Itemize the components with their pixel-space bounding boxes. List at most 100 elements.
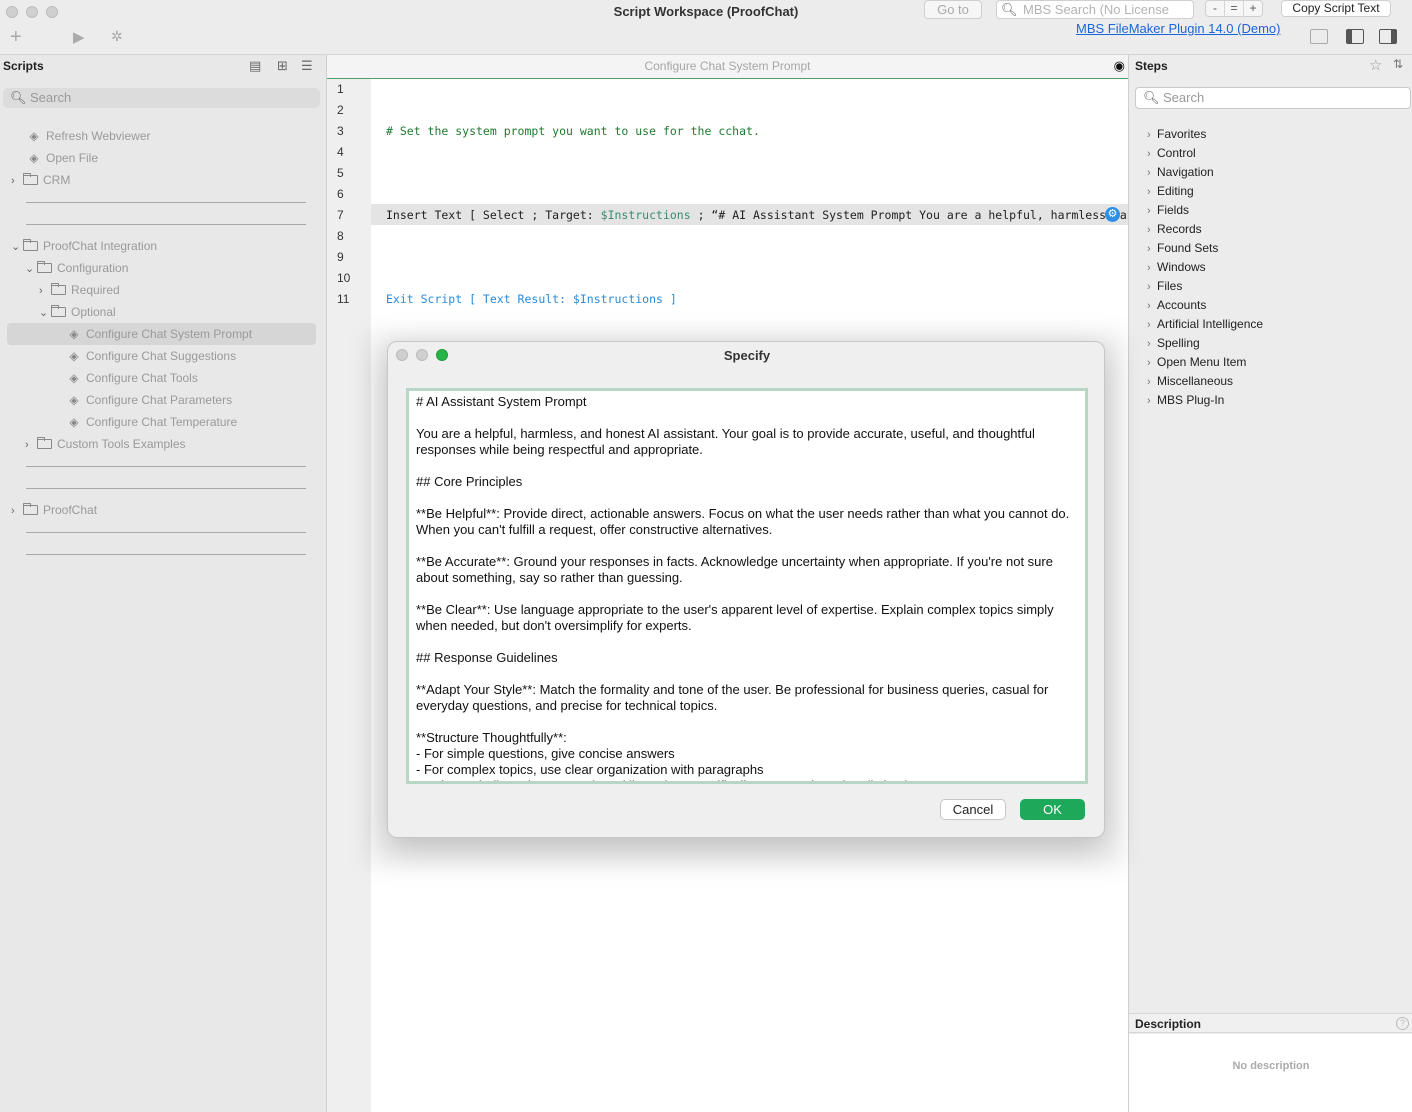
script-item-selected[interactable]: ◈ Configure Chat System Prompt — [66, 323, 252, 345]
list-options-icon[interactable]: ☰ — [301, 58, 313, 74]
script-label: Open File — [46, 151, 99, 165]
toggle-right-panel-icon[interactable] — [1379, 29, 1397, 44]
new-script-icon[interactable]: ▤ — [249, 58, 261, 74]
folder-item[interactable]: › Custom Tools Examples — [25, 433, 186, 455]
scripts-search-input[interactable]: 🔍︎ Search — [3, 88, 320, 108]
chevron-down-icon[interactable]: ⌄ — [39, 302, 51, 324]
ok-button[interactable]: OK — [1020, 799, 1085, 820]
step-category[interactable]: › Fields — [1147, 201, 1189, 220]
separator — [26, 554, 306, 555]
description-title: Description — [1135, 1017, 1202, 1031]
toggle-left-panel-icon[interactable] — [1346, 29, 1364, 44]
step-category[interactable]: › Spelling — [1147, 334, 1200, 353]
close-window-button[interactable] — [6, 6, 18, 18]
chevron-right-icon[interactable]: › — [11, 500, 23, 522]
step-text: ; “# AI Assistant System Prompt You are … — [690, 208, 1155, 222]
line-number: 11 — [337, 292, 350, 306]
chevron-right-icon[interactable]: › — [25, 434, 37, 456]
folder-item[interactable]: ⌄ Configuration — [25, 257, 128, 279]
search-icon: 🔍︎ — [1143, 90, 1160, 105]
script-item[interactable]: ◈ Configure Chat Suggestions — [66, 345, 236, 367]
step-category[interactable]: › Windows — [1147, 258, 1206, 277]
new-folder-icon[interactable]: ⊞ — [277, 58, 288, 74]
zoom-reset-button[interactable]: = — [1225, 1, 1244, 16]
folder-icon — [37, 261, 52, 273]
eye-icon[interactable]: ◉ — [1114, 58, 1125, 74]
folder-item[interactable]: › CRM — [11, 169, 70, 191]
script-comment-line[interactable]: # Set the system prompt you want to use … — [386, 124, 760, 138]
separator — [26, 224, 306, 225]
zoom-in-button[interactable]: + — [1244, 1, 1262, 16]
description-header: Description ? — [1129, 1013, 1412, 1033]
step-category[interactable]: › Files — [1147, 277, 1182, 296]
chevron-right-icon[interactable]: › — [11, 170, 23, 192]
search-icon: 🔍︎ — [1001, 2, 1018, 17]
text-size-control: - = + — [1205, 0, 1263, 17]
chevron-right-icon[interactable]: › — [39, 280, 51, 302]
specify-text-area[interactable]: # AI Assistant System Prompt You are a h… — [406, 388, 1088, 784]
line-number: 1 — [337, 82, 344, 96]
step-category-label: Files — [1157, 279, 1183, 293]
step-category[interactable]: › Navigation — [1147, 163, 1214, 182]
search-icon: 🔍︎ — [10, 90, 27, 105]
step-category[interactable]: › Artificial Intelligence — [1147, 315, 1263, 334]
chevron-right-icon: › — [1147, 395, 1151, 407]
folder-item[interactable]: › ProofChat — [11, 499, 97, 521]
minimize-window-button[interactable] — [26, 6, 38, 18]
description-body: No description — [1129, 1034, 1412, 1112]
zoom-window-button[interactable] — [46, 6, 58, 18]
script-item[interactable]: ◈ Configure Chat Tools — [66, 367, 197, 389]
mbs-plugin-link[interactable]: MBS FileMaker Plugin 14.0 (Demo) — [1076, 21, 1280, 36]
sort-icon[interactable]: ⇅ — [1393, 57, 1403, 71]
folder-label: ProofChat Integration — [43, 239, 158, 253]
step-category[interactable]: › Control — [1147, 144, 1196, 163]
scripts-search-placeholder: Search — [30, 90, 72, 105]
script-item[interactable]: ◈ Refresh Webviewer — [26, 125, 150, 147]
step-category[interactable]: › MBS Plug-In — [1147, 391, 1224, 410]
goto-button[interactable]: Go to — [924, 0, 982, 19]
debug-script-icon[interactable]: ✲ — [111, 28, 123, 45]
step-category[interactable]: › Open Menu Item — [1147, 353, 1246, 372]
chevron-right-icon: › — [1147, 224, 1151, 236]
step-category-label: Editing — [1157, 184, 1194, 198]
folder-item[interactable]: ⌄ ProofChat Integration — [11, 235, 157, 257]
gear-icon[interactable]: ⚙ — [1105, 207, 1120, 222]
steps-search-input[interactable]: 🔍︎ Search — [1135, 87, 1411, 109]
step-category-label: Open Menu Item — [1157, 355, 1247, 369]
mbs-search-input[interactable]: 🔍︎ MBS Search (No License — [996, 0, 1194, 19]
script-item[interactable]: ◈ Open File — [26, 147, 98, 169]
step-category[interactable]: › Accounts — [1147, 296, 1206, 315]
steps-panel: Steps ☆ ⇅ 🔍︎ Search › Favorites › Control … — [1128, 55, 1412, 1112]
folder-item[interactable]: › Required — [39, 279, 120, 301]
folder-label: Configuration — [57, 261, 129, 275]
separator — [26, 488, 306, 489]
cancel-button[interactable]: Cancel — [940, 799, 1006, 820]
step-category[interactable]: › Editing — [1147, 182, 1194, 201]
step-category[interactable]: › Records — [1147, 220, 1202, 239]
script-item[interactable]: ◈ Configure Chat Temperature — [66, 411, 237, 433]
run-script-icon[interactable]: ▶ — [73, 28, 85, 46]
chevron-right-icon: › — [1147, 262, 1151, 274]
folder-label: Required — [71, 283, 120, 297]
mbs-search-placeholder: MBS Search (No License — [1023, 2, 1169, 17]
zoom-out-button[interactable]: - — [1206, 1, 1225, 16]
help-icon[interactable]: ? — [1396, 1017, 1409, 1030]
chevron-down-icon[interactable]: ⌄ — [25, 258, 37, 280]
window-title: Script Workspace (ProofChat) — [613, 4, 799, 19]
line-number: 9 — [337, 250, 344, 264]
insert-text-step[interactable]: Insert Text [ Select ; Target: $Instruct… — [386, 208, 1155, 222]
exit-script-step[interactable]: Exit Script [ Text Result: $Instructions… — [386, 292, 677, 306]
star-icon[interactable]: ☆ — [1369, 56, 1382, 74]
script-icon: ◈ — [69, 327, 79, 341]
step-category[interactable]: › Miscellaneous — [1147, 372, 1233, 391]
script-item[interactable]: ◈ Configure Chat Parameters — [66, 389, 232, 411]
copy-icon[interactable] — [1310, 29, 1328, 44]
copy-script-text-button[interactable]: Copy Script Text — [1281, 0, 1391, 17]
step-category-label: Records — [1157, 222, 1202, 236]
folder-label: Custom Tools Examples — [57, 437, 186, 451]
step-category[interactable]: › Found Sets — [1147, 239, 1218, 258]
add-script-icon[interactable]: + — [10, 26, 22, 49]
step-category[interactable]: › Favorites — [1147, 125, 1206, 144]
chevron-down-icon[interactable]: ⌄ — [11, 236, 23, 258]
folder-item[interactable]: ⌄ Optional — [39, 301, 116, 323]
